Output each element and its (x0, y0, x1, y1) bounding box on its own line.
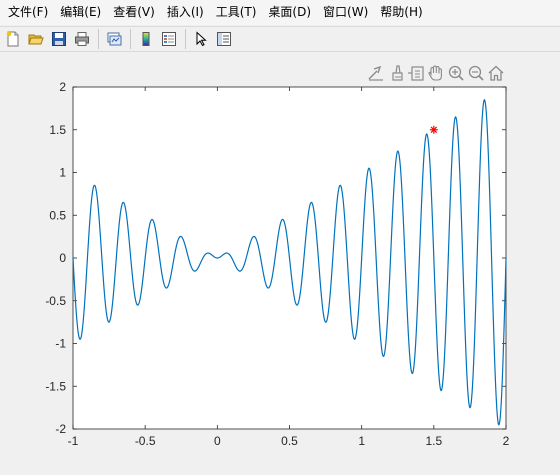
open-file-button[interactable] (25, 28, 47, 50)
restore-view-icon[interactable] (488, 65, 504, 81)
y-tick-label: -1 (55, 337, 66, 351)
export-icon[interactable] (368, 65, 383, 81)
property-inspector-icon (217, 32, 231, 46)
menu-bar: 文件(F) 编辑(E) 查看(V) 插入(I) 工具(T) 桌面(D) 窗口(W… (0, 0, 560, 25)
data-tips-icon[interactable] (408, 66, 424, 81)
link-plot-icon (107, 32, 122, 46)
menu-window[interactable]: 窗口(W) (317, 0, 374, 25)
link-plot-button[interactable] (103, 28, 125, 50)
open-file-icon (28, 34, 44, 45)
y-tick-label: 2 (59, 80, 66, 94)
x-tick-label: 2 (503, 434, 510, 448)
toolbar-separator (98, 29, 99, 49)
pan-hand-icon[interactable] (428, 65, 442, 81)
save-icon (52, 32, 66, 46)
marker-point (429, 125, 438, 134)
y-tick-label: 0.5 (49, 208, 66, 222)
property-inspector-button[interactable] (213, 28, 235, 50)
figure-toolbar (0, 26, 560, 52)
insert-colorbar-button[interactable] (135, 28, 157, 50)
y-tick-label: 1.5 (49, 123, 66, 137)
toolbar-separator (185, 29, 186, 49)
print-button[interactable] (71, 28, 93, 50)
axes-toolbar (368, 65, 504, 81)
menu-help[interactable]: 帮助(H) (374, 0, 428, 25)
print-icon (75, 32, 89, 46)
insert-legend-icon (162, 32, 176, 46)
new-figure-button[interactable] (2, 28, 24, 50)
x-tick-label: 0.5 (281, 434, 298, 448)
x-tick-label: 1 (358, 434, 365, 448)
brush-icon[interactable] (392, 65, 403, 81)
zoom-in-icon[interactable] (448, 65, 464, 81)
y-tick-label: 0 (59, 251, 66, 265)
x-tick-label: -1 (68, 434, 79, 448)
insert-colorbar-icon (142, 32, 150, 46)
edit-plot-button[interactable] (190, 28, 212, 50)
y-tick-label: -0.5 (45, 294, 66, 308)
edit-plot-pointer-icon (196, 31, 207, 47)
menu-tools[interactable]: 工具(T) (210, 0, 263, 25)
x-tick-label: -0.5 (135, 434, 156, 448)
menu-insert[interactable]: 插入(I) (161, 0, 210, 25)
plot-svg: -1 -0.5 0 0.5 1 1.5 2 -2 -1.5 -1 -0.5 0 0.5 1 1.5 2 (45, 65, 510, 448)
insert-legend-button[interactable] (158, 28, 180, 50)
zoom-out-icon[interactable] (468, 65, 484, 81)
new-figure-icon (6, 31, 19, 47)
menu-file[interactable]: 文件(F) (0, 0, 54, 25)
menu-edit[interactable]: 编辑(E) (54, 0, 107, 25)
x-tick-label: 1.5 (425, 434, 442, 448)
menu-desktop[interactable]: 桌面(D) (262, 0, 317, 25)
x-tick-label: 0 (214, 434, 221, 448)
y-tick-label: -2 (55, 422, 66, 436)
y-tick-label: 1 (59, 166, 66, 180)
save-button[interactable] (48, 28, 70, 50)
y-tick-label: -1.5 (45, 379, 66, 393)
toolbar-separator (130, 29, 131, 49)
figure-canvas[interactable]: -1 -0.5 0 0.5 1 1.5 2 -2 -1.5 -1 -0.5 0 0.5 1 1.5 2 (0, 53, 560, 475)
menu-view[interactable]: 查看(V) (107, 0, 161, 25)
